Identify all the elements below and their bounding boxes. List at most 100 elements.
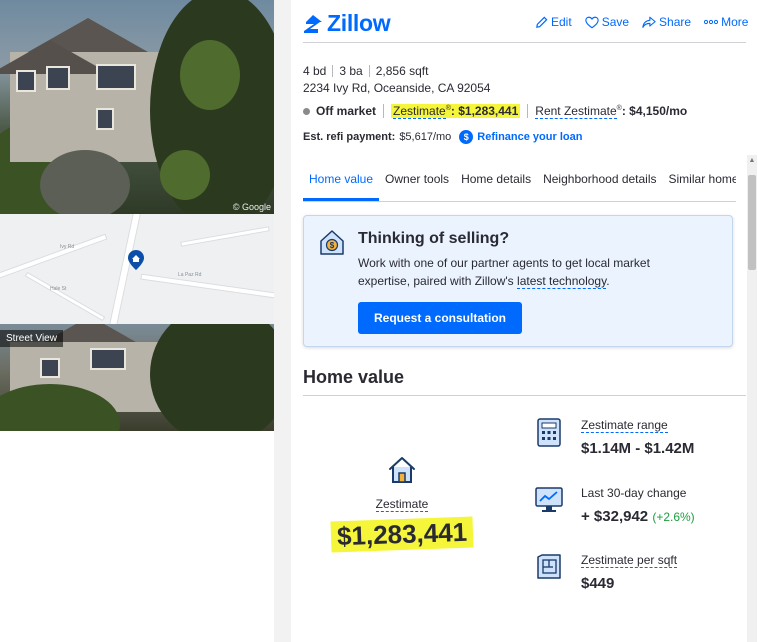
zestimate-range-metric: Zestimate range $1.14M - $1.42M [533,416,694,457]
map-road [180,226,270,247]
zestimate-per-sqft-metric: Zestimate per sqft $449 [533,551,678,592]
rent-zestimate-value: : $4,150/mo [621,104,688,118]
metric-text: Last 30-day change + $32,942 (+2.6%) [581,484,695,525]
pencil-icon [536,16,548,28]
refi-label: Est. refi payment: [303,131,396,143]
tab-home-details[interactable]: Home details [455,158,537,201]
tab-owner-tools[interactable]: Owner tools [379,158,455,201]
tab-bar: Home value Owner tools Home details Neig… [303,158,736,202]
save-button[interactable]: Save [584,15,630,29]
refi-row: Est. refi payment: $5,617/mo $ Refinance… [303,130,582,144]
zillow-logo[interactable]: Zillow [303,10,391,37]
map-road [24,271,106,322]
agave-plant [160,150,210,200]
status-label: Off market [316,104,377,118]
tree-highlight [180,40,240,110]
more-button[interactable]: More [704,15,748,29]
zestimate-summary[interactable]: Zestimate®: $1,283,441 [391,104,521,119]
status-row: Off market Zestimate®: $1,283,441 Rent Z… [303,104,688,119]
zestimate-summary-value: : $1,283,441 [450,104,519,118]
metric-text: Zestimate range $1.14M - $1.42M [581,416,694,457]
edit-button[interactable]: Edit [535,15,572,29]
divider [383,104,385,118]
thirty-day-change-label: Last 30-day change [581,486,687,500]
blueprint-icon [537,554,561,579]
dots-icon [704,19,719,25]
selling-body: Work with one of our partner agents to g… [358,254,698,290]
house-photo[interactable]: © Google [0,0,274,214]
tab-neighborhood-details[interactable]: Neighborhood details [537,158,662,201]
zestimate-per-sqft-value: $449 [581,575,615,592]
thirty-day-change-value: + $32,942 [581,508,649,525]
property-specs: 4 bd 3 ba 2,856 sqft [303,64,428,78]
scrollbar-thumb[interactable] [748,175,756,270]
header-divider [303,42,746,43]
map-street-label: La Paz Rd [178,272,202,278]
status-dot [303,107,310,115]
refi-value: $5,617/mo [399,131,452,143]
rent-zestimate[interactable]: Rent Zestimate®: $4,150/mo [535,104,688,119]
home-value-heading: Home value [303,367,405,387]
map-thumbnail[interactable]: Ivy Rd La Paz Rd Hale St [0,214,274,324]
street-view-label[interactable]: Street View [0,330,63,347]
window [90,348,126,370]
zestimate-range-value: $1.14M - $1.42M [581,440,695,457]
zillow-logo-icon [304,14,322,33]
request-consultation-button[interactable]: Request a consultation [358,302,522,334]
svg-text:$: $ [330,241,335,250]
media-column: © Google Ivy Rd La Paz Rd Hale St Street… [0,0,274,642]
baths-count: 3 ba [339,64,363,78]
divider [527,104,529,118]
thirty-day-change-metric: Last 30-day change + $32,942 (+2.6%) [533,484,695,525]
sqft-count: 2,856 sqft [375,64,429,78]
window [40,358,60,378]
house-dollar-icon: $ [320,230,344,255]
brand-name: Zillow [327,10,391,36]
save-label: Save [601,15,630,29]
calculator-icon [537,418,561,447]
zestimate-per-sqft-label[interactable]: Zestimate per sqft [581,553,678,568]
home-value-divider [303,395,746,396]
window [46,66,70,90]
window [96,108,114,130]
tab-home-value[interactable]: Home value [303,158,380,201]
google-watermark: © Google [232,202,271,212]
thirty-day-change-percent: (+2.6%) [652,510,695,524]
scrollbar[interactable]: ▲ [747,155,757,642]
share-button[interactable]: Share [642,15,691,29]
share-icon [642,16,656,28]
zestimate-range-label[interactable]: Zestimate range [581,418,668,433]
zestimate-summary-label: Zestimate [393,104,446,119]
window [16,70,36,92]
rent-zestimate-label: Rent Zestimate [535,104,617,119]
map-street-label: Hale St [50,286,67,292]
zestimate-value: $1,283,441 [330,516,474,553]
window [96,64,136,90]
zestimate-block: Zestimate $1,283,441 [315,455,489,553]
map-pin-icon[interactable] [127,249,145,271]
more-label: More [721,15,749,29]
metric-text: Zestimate per sqft $449 [581,551,678,592]
scroll-up-icon[interactable]: ▲ [748,157,756,165]
property-address: 2234 Ivy Rd, Oceanside, CA 92054 [303,81,491,95]
map-road [140,273,274,301]
edit-label: Edit [551,15,572,29]
map-street-label: Ivy Rd [60,244,75,250]
details-panel: Zillow Edit Save Share More 4 bd 3 ba 2,… [291,0,758,642]
selling-title: Thinking of selling? [358,230,510,247]
tree [150,324,274,431]
thirty-day-change-value-row: + $32,942 (+2.6%) [581,508,695,525]
house-icon [389,457,415,483]
zestimate-label[interactable]: Zestimate [375,497,429,512]
monitor-chart-icon [535,487,563,512]
action-bar: Edit Save Share More [535,15,748,29]
selling-body-end: . [606,274,610,288]
tab-similar-homes[interactable]: Similar home [663,158,736,201]
refinance-link[interactable]: Refinance your loan [477,131,582,143]
divider [368,65,370,77]
share-label: Share [659,15,692,29]
latest-technology-link[interactable]: latest technology [517,274,607,289]
stone-path [40,150,130,214]
beds-count: 4 bd [303,64,327,78]
map-road [0,233,108,281]
